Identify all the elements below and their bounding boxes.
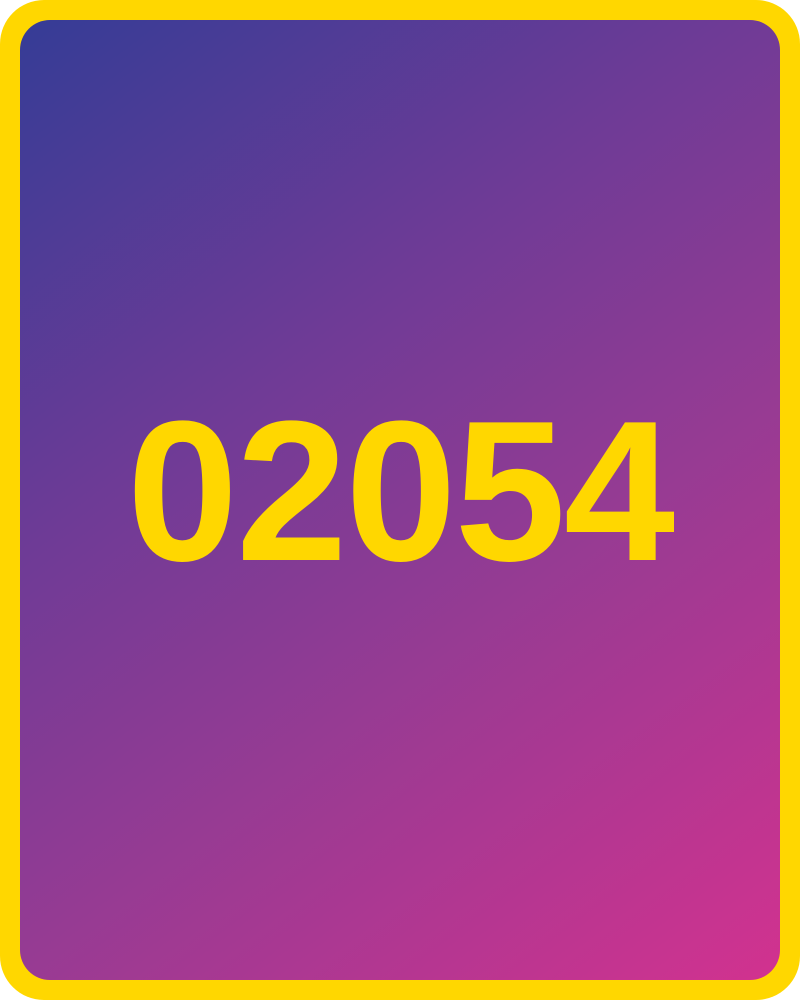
card-gradient-panel: 02054 bbox=[20, 20, 780, 980]
card-number: 02054 bbox=[126, 380, 675, 603]
number-card: 02054 bbox=[0, 0, 800, 1000]
